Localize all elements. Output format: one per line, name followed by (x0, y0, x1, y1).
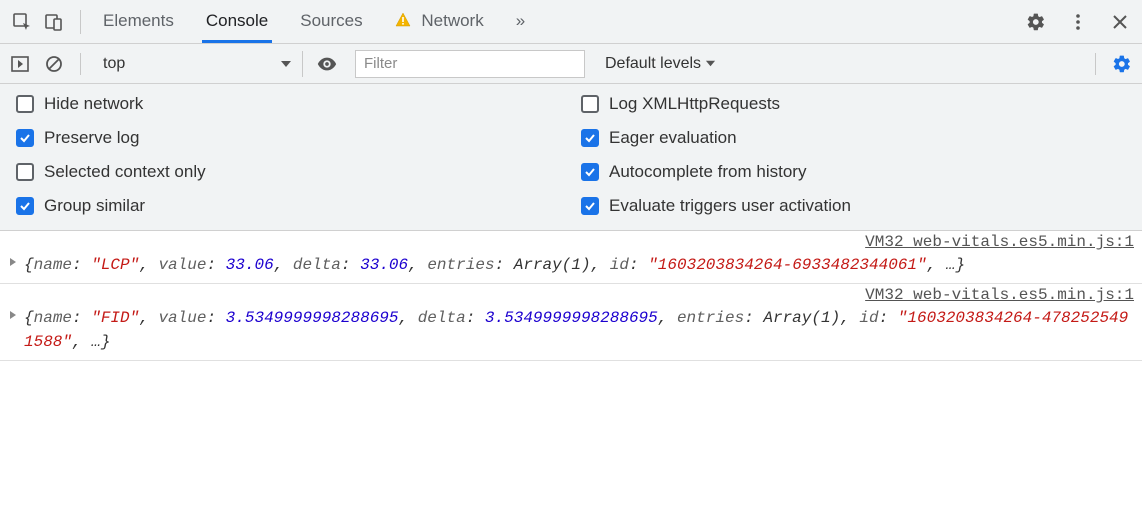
checkbox[interactable] (16, 129, 34, 147)
setting-log-xhr[interactable]: Log XMLHttpRequests (581, 94, 1126, 114)
live-expression-icon[interactable] (313, 50, 341, 78)
tab-list: Elements Console Sources Network » (99, 1, 529, 43)
console-settings-panel: Hide network Log XMLHttpRequests Preserv… (0, 84, 1142, 231)
log-row: VM32 web-vitals.es5.min.js:1 {name: "LCP… (0, 231, 1142, 284)
filter-input[interactable] (355, 50, 585, 78)
setting-preserve-log[interactable]: Preserve log (16, 128, 561, 148)
checkbox[interactable] (16, 95, 34, 113)
checkbox[interactable] (581, 163, 599, 181)
clear-console-icon[interactable] (40, 50, 68, 78)
log-object[interactable]: {name: "LCP", value: 33.06, delta: 33.06… (24, 253, 965, 277)
console-toolbar: top Default levels (0, 44, 1142, 84)
setting-eager-eval[interactable]: Eager evaluation (581, 128, 1126, 148)
setting-autocomplete-history[interactable]: Autocomplete from history (581, 162, 1126, 182)
expand-arrow-icon[interactable] (8, 257, 18, 267)
log-levels-select[interactable]: Default levels (605, 55, 716, 73)
tab-console[interactable]: Console (202, 1, 272, 43)
log-source-link[interactable]: VM32 web-vitals.es5.min.js:1 (865, 233, 1134, 251)
context-selector[interactable]: top (93, 51, 303, 77)
checkbox[interactable] (16, 197, 34, 215)
log-row: VM32 web-vitals.es5.min.js:1 {name: "FID… (0, 284, 1142, 361)
chevron-down-icon (280, 58, 292, 70)
device-toggle-icon[interactable] (38, 6, 70, 38)
checkbox[interactable] (16, 163, 34, 181)
checkbox[interactable] (581, 95, 599, 113)
inspect-element-icon[interactable] (6, 6, 38, 38)
warning-icon (395, 11, 416, 30)
log-object[interactable]: {name: "FID", value: 3.5349999998288695,… (24, 306, 1134, 354)
setting-label: Selected context only (44, 162, 206, 182)
setting-label: Evaluate triggers user activation (609, 196, 851, 216)
setting-eval-user-activation[interactable]: Evaluate triggers user activation (581, 196, 1126, 216)
setting-label: Hide network (44, 94, 143, 114)
expand-arrow-icon[interactable] (8, 310, 18, 320)
checkbox[interactable] (581, 129, 599, 147)
setting-hide-network[interactable]: Hide network (16, 94, 561, 114)
devtools-tabbar: Elements Console Sources Network » (0, 0, 1142, 44)
toggle-sidebar-icon[interactable] (6, 50, 34, 78)
settings-gear-icon[interactable] (1020, 6, 1052, 38)
context-label: top (103, 55, 125, 73)
separator (80, 53, 81, 75)
setting-selected-context[interactable]: Selected context only (16, 162, 561, 182)
tab-elements[interactable]: Elements (99, 1, 178, 43)
setting-label: Eager evaluation (609, 128, 737, 148)
setting-group-similar[interactable]: Group similar (16, 196, 561, 216)
levels-label: Default levels (605, 55, 701, 73)
console-log-area: VM32 web-vitals.es5.min.js:1 {name: "LCP… (0, 231, 1142, 361)
log-source-link[interactable]: VM32 web-vitals.es5.min.js:1 (865, 286, 1134, 304)
setting-label: Log XMLHttpRequests (609, 94, 780, 114)
tab-more[interactable]: » (512, 1, 529, 43)
checkbox[interactable] (581, 197, 599, 215)
tab-network-label: Network (421, 11, 483, 30)
setting-label: Group similar (44, 196, 145, 216)
kebab-menu-icon[interactable] (1062, 6, 1094, 38)
separator (1095, 53, 1096, 75)
tab-sources[interactable]: Sources (296, 1, 366, 43)
tab-network[interactable]: Network (391, 1, 488, 43)
close-icon[interactable] (1104, 6, 1136, 38)
setting-label: Preserve log (44, 128, 139, 148)
setting-label: Autocomplete from history (609, 162, 806, 182)
console-settings-icon[interactable] (1108, 50, 1136, 78)
separator (80, 10, 81, 34)
